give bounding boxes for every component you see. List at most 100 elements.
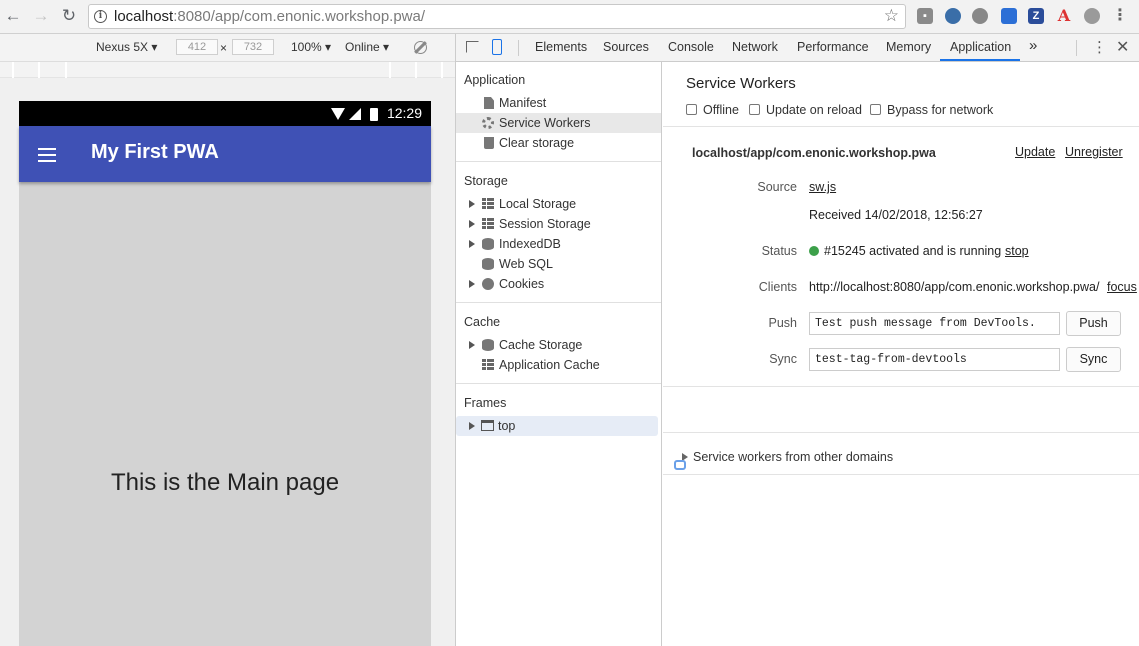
device-toggle-icon[interactable] bbox=[492, 39, 502, 55]
hamburger-menu-icon[interactable] bbox=[38, 148, 56, 162]
sidebar-item-label: Service Workers bbox=[499, 116, 591, 130]
toolbar-divider bbox=[518, 40, 519, 56]
sidebar-item-label: Cookies bbox=[499, 277, 545, 291]
expand-arrow-icon[interactable] bbox=[469, 240, 475, 248]
bypass-for-network-checkbox[interactable]: Bypass for network bbox=[870, 103, 993, 117]
bookmark-star-icon[interactable]: ☆ bbox=[884, 6, 899, 26]
info-icon[interactable]: i bbox=[94, 10, 107, 23]
sidebar-item-cache-storage[interactable]: Cache Storage bbox=[456, 335, 661, 355]
push-button[interactable]: Push bbox=[1066, 311, 1121, 336]
update-on-reload-checkbox[interactable]: Update on reload bbox=[749, 103, 862, 117]
sidebar-item-web-sql[interactable]: Web SQL bbox=[456, 254, 661, 274]
frame-icon bbox=[481, 420, 494, 431]
focus-link[interactable]: focus bbox=[1107, 280, 1137, 294]
media-query-ruler[interactable] bbox=[0, 62, 455, 78]
application-sidebar: Application Manifest Service Workers Cle… bbox=[456, 62, 662, 646]
tab-sources[interactable]: Sources bbox=[603, 40, 649, 54]
sidebar-item-local-storage[interactable]: Local Storage bbox=[456, 194, 661, 214]
sync-tag-input[interactable]: test-tag-from-devtools bbox=[809, 348, 1060, 371]
tab-console[interactable]: Console bbox=[668, 40, 714, 54]
inspect-element-icon[interactable] bbox=[466, 41, 479, 53]
checkbox-box[interactable] bbox=[749, 104, 760, 115]
rotate-icon[interactable] bbox=[414, 41, 427, 54]
service-worker-scope: localhost/app/com.enonic.workshop.pwa bbox=[692, 146, 936, 160]
url-path: :8080/app/com.enonic.workshop.pwa/ bbox=[173, 8, 426, 25]
devtools-window: Elements Sources Console Network Perform… bbox=[455, 34, 1139, 646]
globe-extension-icon[interactable] bbox=[945, 8, 961, 24]
offline-checkbox[interactable]: Offline bbox=[686, 103, 739, 117]
document-icon bbox=[484, 97, 494, 109]
device-name: Nexus 5X bbox=[96, 40, 149, 54]
tab-performance[interactable]: Performance bbox=[797, 40, 869, 54]
url-text[interactable]: localhost:8080/app/com.enonic.workshop.p… bbox=[114, 8, 425, 25]
database-icon bbox=[482, 339, 494, 351]
update-link[interactable]: Update bbox=[1015, 145, 1055, 159]
status-running-icon bbox=[809, 246, 819, 256]
stop-link[interactable]: stop bbox=[1005, 244, 1029, 258]
main-page-text: This is the Main page bbox=[110, 469, 340, 496]
push-message-input[interactable]: Test push message from DevTools. bbox=[809, 312, 1060, 335]
sidebar-item-top-frame[interactable]: top bbox=[456, 416, 658, 436]
database-icon bbox=[482, 238, 494, 250]
sidebar-item-session-storage[interactable]: Session Storage bbox=[456, 214, 661, 234]
source-label: Source bbox=[757, 180, 797, 194]
section-divider bbox=[456, 383, 661, 384]
network-select[interactable]: Online ▾ bbox=[345, 40, 389, 54]
sync-label: Sync bbox=[769, 352, 797, 366]
bug-extension-icon[interactable] bbox=[972, 8, 988, 24]
grid-icon bbox=[482, 198, 494, 209]
sidebar-item-label: Local Storage bbox=[499, 197, 577, 211]
browser-menu-icon[interactable]: ⋮ bbox=[1112, 8, 1128, 24]
back-arrow-icon[interactable]: ← bbox=[2, 5, 24, 27]
clients-label: Clients bbox=[758, 280, 797, 294]
device-toolbar: Nexus 5X ▾ 412 × 732 100% ▾ Online ▾ bbox=[0, 34, 455, 62]
sidebar-item-service-workers[interactable]: Service Workers bbox=[456, 113, 661, 133]
sidebar-item-indexeddb[interactable]: IndexedDB bbox=[456, 234, 661, 254]
sidebar-item-label: Application Cache bbox=[499, 358, 600, 372]
browser-toolbar: ← → ↻ i localhost:8080/app/com.enonic.wo… bbox=[0, 0, 1139, 34]
zoom-select[interactable]: 100% ▾ bbox=[291, 40, 331, 54]
device-width-input[interactable]: 412 bbox=[176, 39, 218, 55]
expand-arrow-icon[interactable] bbox=[469, 220, 475, 228]
a-extension-icon[interactable]: A bbox=[1056, 8, 1072, 24]
expand-arrow-icon[interactable] bbox=[469, 200, 475, 208]
close-icon[interactable]: ✕ bbox=[1116, 37, 1129, 57]
address-bar[interactable]: i localhost:8080/app/com.enonic.workshop… bbox=[88, 4, 906, 29]
status-label: Status bbox=[761, 244, 797, 258]
sidebar-item-clear-storage[interactable]: Clear storage bbox=[456, 133, 661, 153]
devtools-menu-icon[interactable]: ⋮ bbox=[1092, 38, 1107, 56]
source-link[interactable]: sw.js bbox=[809, 180, 836, 194]
chrome-extension-icon[interactable] bbox=[1084, 8, 1100, 24]
device-viewport: 12:29 My First PWA This is the Main page bbox=[0, 78, 455, 646]
sidebar-item-cookies[interactable]: Cookies bbox=[456, 274, 661, 294]
tab-memory[interactable]: Memory bbox=[886, 40, 931, 54]
colorful-extension-icon[interactable] bbox=[1001, 8, 1017, 24]
sidebar-item-application-cache[interactable]: Application Cache bbox=[456, 355, 661, 375]
device-height-input[interactable]: 732 bbox=[232, 39, 274, 55]
camera-extension-icon[interactable]: ▪ bbox=[917, 8, 933, 24]
devtools-tab-bar: Elements Sources Console Network Perform… bbox=[456, 34, 1139, 62]
other-domains-section[interactable]: Service workers from other domains bbox=[663, 432, 1139, 475]
section-title-storage: Storage bbox=[464, 174, 508, 188]
network-value: Online bbox=[345, 40, 380, 54]
sidebar-item-label: IndexedDB bbox=[499, 237, 561, 251]
tab-elements[interactable]: Elements bbox=[535, 40, 587, 54]
device-select[interactable]: Nexus 5X ▾ bbox=[96, 40, 157, 54]
service-workers-panel: Service Workers Offline Update on reload… bbox=[663, 62, 1139, 646]
push-label: Push bbox=[768, 316, 798, 330]
expand-arrow-icon[interactable] bbox=[469, 341, 475, 349]
sidebar-item-manifest[interactable]: Manifest bbox=[456, 93, 661, 113]
reload-icon[interactable]: ↻ bbox=[58, 5, 80, 27]
sync-button[interactable]: Sync bbox=[1066, 347, 1121, 372]
signal-icon bbox=[349, 108, 361, 120]
z-extension-icon[interactable]: Z bbox=[1028, 8, 1044, 24]
expand-arrow-icon[interactable] bbox=[469, 422, 475, 430]
checkbox-box[interactable] bbox=[686, 104, 697, 115]
tab-network[interactable]: Network bbox=[732, 40, 778, 54]
expand-arrow-icon[interactable] bbox=[469, 280, 475, 288]
unregister-link[interactable]: Unregister bbox=[1065, 145, 1123, 159]
tab-application[interactable]: Application bbox=[950, 40, 1011, 54]
more-tabs-icon[interactable]: » bbox=[1029, 37, 1037, 54]
forward-arrow-icon[interactable]: → bbox=[30, 5, 52, 27]
checkbox-box[interactable] bbox=[870, 104, 881, 115]
